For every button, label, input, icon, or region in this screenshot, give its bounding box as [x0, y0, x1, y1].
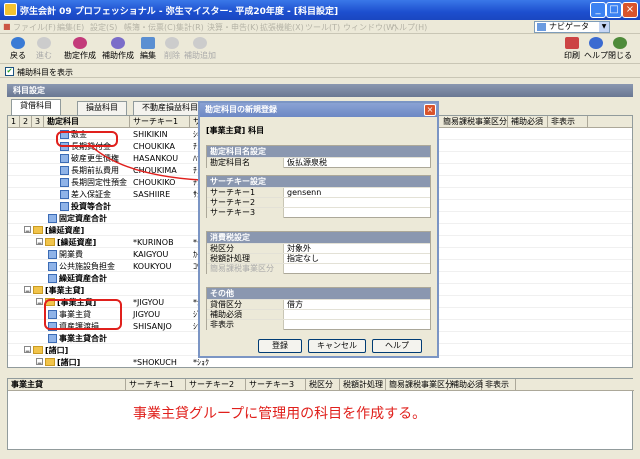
new-account-dialog: 勘定科目の新規登録 × [事業主貸] 科目 勘定科目名設定 勘定科目名 仮払源泉税… — [198, 101, 439, 358]
tax-calc-select[interactable]: 指定なし — [287, 254, 319, 263]
group-consumption-tax: 消費税設定 税区分 対象外 税額計処理 指定なし 簡易課税事業区分 — [206, 231, 431, 274]
debit-credit-select[interactable]: 借方 — [287, 300, 303, 309]
group-other: その他 貸借区分 借方 補助必須 非表示 — [206, 287, 431, 330]
dialog-heading: [事業主貸] 科目 — [206, 126, 265, 135]
register-button[interactable]: 登録 — [258, 339, 302, 353]
dialog-close-button[interactable]: × — [424, 104, 436, 116]
dialog-title: 勘定科目の新規登録 — [200, 103, 437, 117]
tax-category-select[interactable]: 対象外 — [287, 244, 311, 253]
dialog-help-button[interactable]: ヘルプ — [372, 339, 422, 353]
group-account-name: 勘定科目名設定 勘定科目名 仮払源泉税 — [206, 145, 431, 168]
account-name-input[interactable]: 仮払源泉税 — [287, 158, 327, 167]
search-key-1-input[interactable]: gensenn — [287, 188, 321, 197]
group-search-keys: サーチキー設定 サーチキー1 gensenn サーチキー2 サーチキー3 — [206, 175, 431, 218]
cancel-button[interactable]: キャンセル — [308, 339, 366, 353]
